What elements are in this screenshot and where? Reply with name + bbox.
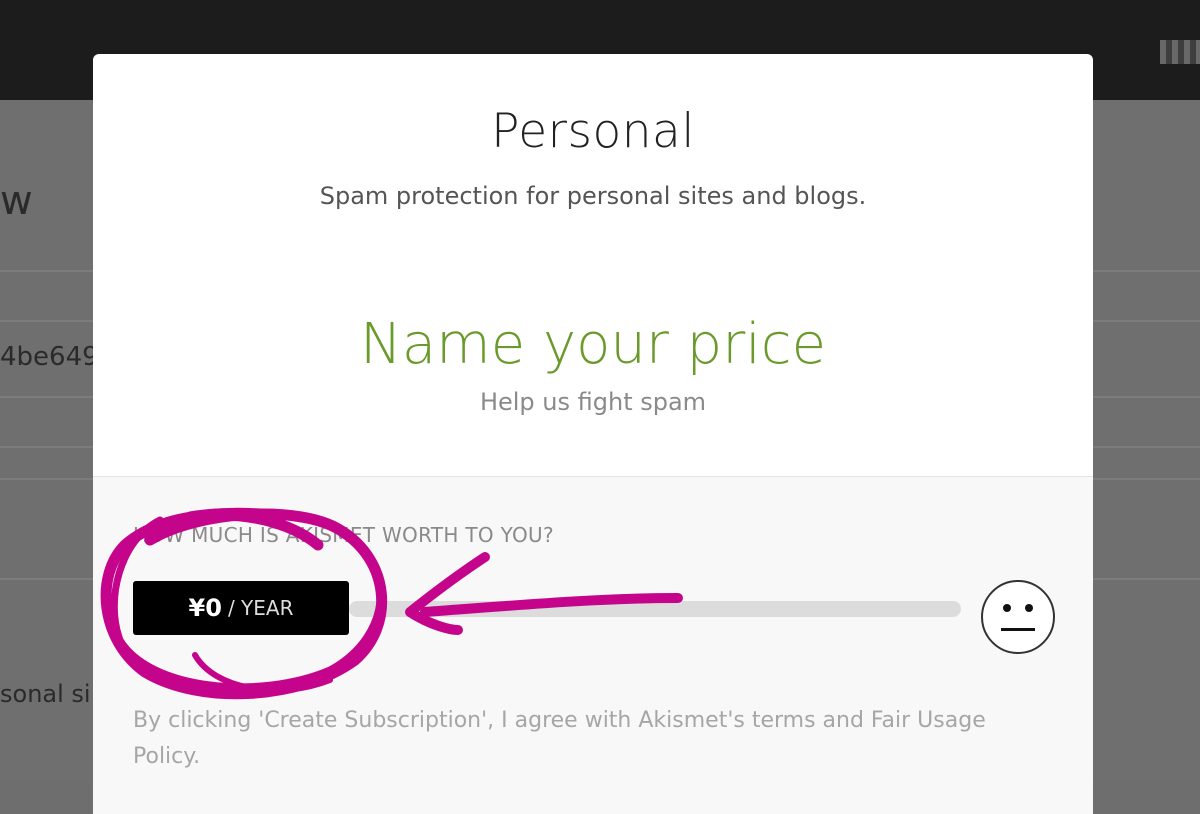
background-api-key: 4be649 [0, 342, 99, 372]
price-slider-handle[interactable]: ¥0 / YEAR [133, 581, 349, 635]
terms-text: By clicking 'Create Subscription', I agr… [133, 708, 986, 769]
worth-question-label: HOW MUCH IS AKISMET WORTH TO YOU? [133, 523, 554, 547]
price-unit: / YEAR [227, 596, 294, 620]
pixelated-avatar[interactable] [1160, 40, 1200, 64]
background-description: sonal si [0, 680, 91, 708]
face-eye [1003, 604, 1011, 612]
name-your-price-title: Name your price [359, 312, 827, 377]
neutral-face-icon [981, 580, 1055, 654]
background-heading: w [0, 178, 33, 224]
plan-title: Personal [491, 104, 695, 159]
face-mouth [1001, 628, 1035, 631]
price-selector-section: HOW MUCH IS AKISMET WORTH TO YOU? ¥0 / Y… [93, 476, 1093, 814]
price-slider-track[interactable] [349, 601, 961, 617]
pricing-modal: Personal Spam protection for personal si… [93, 54, 1093, 814]
price-amount: ¥0 [188, 594, 222, 622]
face-eye [1025, 604, 1033, 612]
name-your-price-subtitle: Help us fight spam [479, 388, 707, 416]
plan-subtitle: Spam protection for personal sites and b… [319, 182, 867, 210]
